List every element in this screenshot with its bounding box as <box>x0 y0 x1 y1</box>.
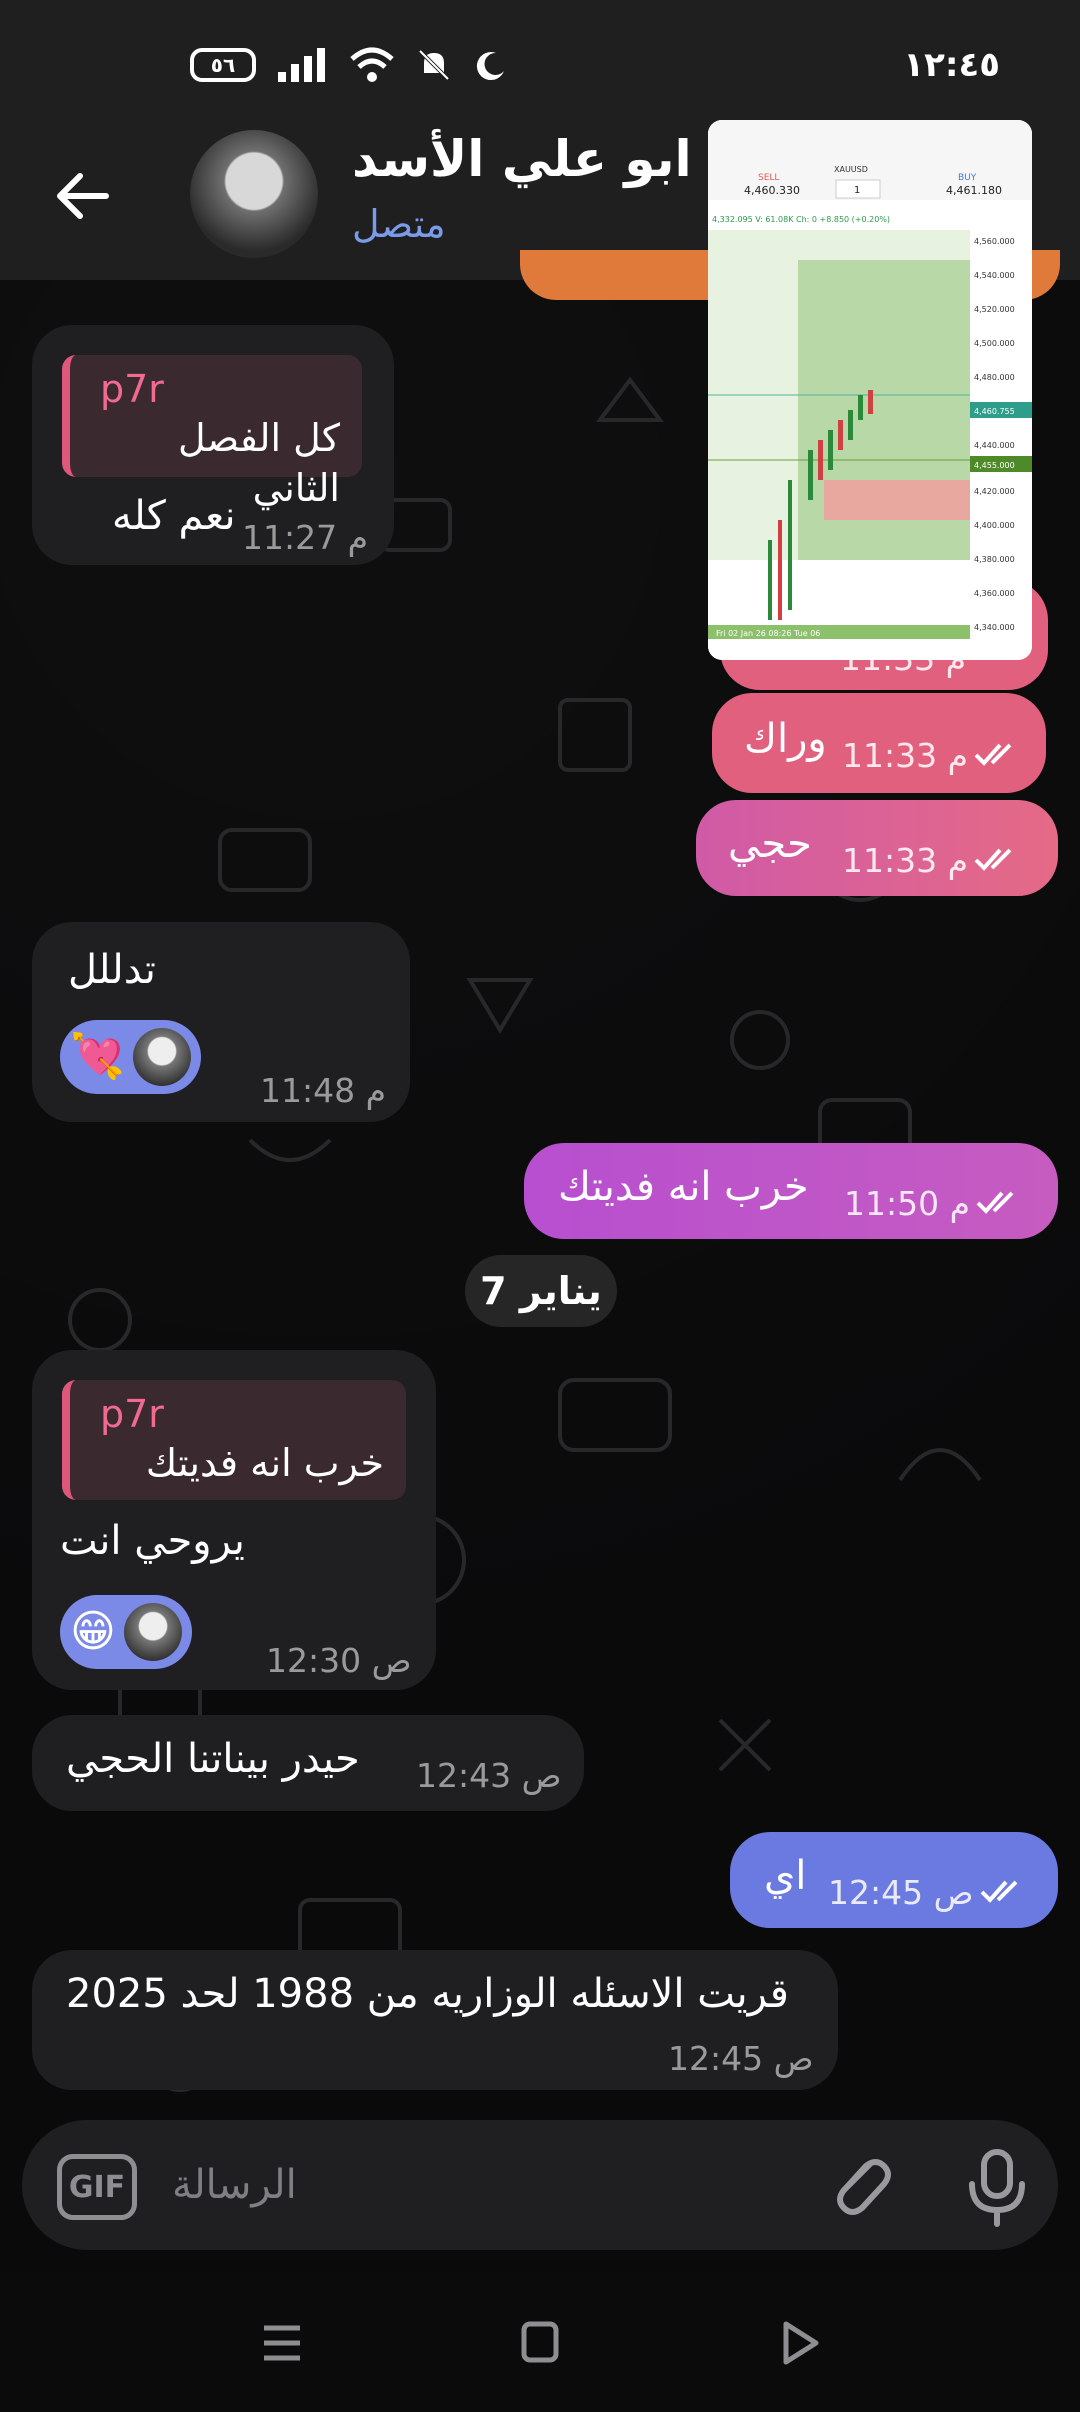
message-reaction[interactable]: 😁 <box>60 1595 192 1669</box>
back-button[interactable] <box>52 164 116 228</box>
message-text: حيدر بيناتنا الحجي <box>66 1736 360 1782</box>
read-ticks-icon <box>974 743 1012 766</box>
message-composer: GIF <box>22 2120 1058 2250</box>
chart-screenshot: SELL 4,460.330 XAUUSD 1 BUY 4,461.180 4,… <box>708 120 1032 660</box>
svg-text:4,380.000: 4,380.000 <box>974 555 1015 564</box>
dnd-moon-icon <box>476 52 504 81</box>
message-time: 11:50 م <box>844 1184 971 1223</box>
chart-footer: Fri 02 Jan 26 08:26 Tue 06 <box>716 629 820 638</box>
reply-sender: p7r <box>100 1392 164 1436</box>
svg-text:4,440.000: 4,440.000 <box>974 441 1015 450</box>
sell-label: SELL <box>758 173 779 183</box>
message-bubble-incoming[interactable]: تدللل 💘 11:48 م <box>32 922 410 1122</box>
read-ticks-icon <box>976 1191 1014 1214</box>
mic-button[interactable] <box>962 2148 1032 2228</box>
recent-apps-button[interactable] <box>252 2318 312 2368</box>
reaction-emoji: 💘 <box>70 1031 125 1083</box>
message-bubble-outgoing[interactable]: وراك 11:33 م <box>712 693 1046 793</box>
status-time: ١٢:٤٥ <box>903 45 1000 85</box>
sell-price: 4,460.330 <box>744 184 800 197</box>
message-time: 11:33 م <box>842 736 969 775</box>
message-bubble-incoming[interactable]: p7r كل الفصل الثاني نعم كله 11:27 م <box>32 325 394 565</box>
svg-text:4,420.000: 4,420.000 <box>974 487 1015 496</box>
message-time: 12:30 ص <box>266 1641 412 1680</box>
svg-text:4,460.755: 4,460.755 <box>974 407 1015 416</box>
message-text: اي <box>764 1853 807 1899</box>
microphone-icon <box>969 2149 1025 2227</box>
status-bar: ٥٦ ١٢:٤٥ <box>0 0 1080 130</box>
symbol-label: XAUUSD <box>834 165 868 174</box>
message-bubble-incoming[interactable]: p7r خرب انه فديتك يروحي انت 😁 12:30 ص <box>32 1350 436 1690</box>
attach-button[interactable] <box>822 2148 898 2224</box>
contact-status: متصل <box>352 202 446 246</box>
svg-text:4,455.000: 4,455.000 <box>974 461 1015 470</box>
message-time: 11:27 م <box>242 518 369 557</box>
svg-text:4,400.000: 4,400.000 <box>974 521 1015 530</box>
back-nav-button[interactable] <box>770 2318 830 2368</box>
message-text: تدللل <box>68 947 156 993</box>
message-bubble-incoming[interactable]: قريت الاسئله الوزاريه من 1988 لحد 2025 1… <box>32 1950 838 2090</box>
message-bubble-outgoing[interactable]: اي 12:45 ص <box>730 1832 1058 1928</box>
mute-bell-icon <box>418 49 450 81</box>
svg-text:4,560.000: 4,560.000 <box>974 237 1015 246</box>
message-bubble-outgoing[interactable]: خرب انه فديتك 11:50 م <box>524 1143 1058 1239</box>
menu-lines-icon <box>264 2325 300 2361</box>
svg-text:4,540.000: 4,540.000 <box>974 271 1015 280</box>
message-text: يروحي انت <box>60 1518 245 1564</box>
message-bubble-incoming[interactable]: حيدر بيناتنا الحجي 12:43 ص <box>32 1715 584 1811</box>
status-icons: ٥٦ <box>190 47 506 83</box>
message-time: 12:45 ص <box>668 2039 814 2078</box>
reply-text: خرب انه فديتك <box>145 1441 384 1486</box>
message-time: 11:33 م <box>842 841 969 880</box>
message-text: حجي <box>728 821 812 867</box>
message-text: نعم كله <box>112 493 236 539</box>
back-triangle-icon <box>783 2321 819 2365</box>
navigation-bar <box>0 2270 1080 2412</box>
read-ticks-icon <box>974 848 1012 871</box>
svg-text:4,360.000: 4,360.000 <box>974 589 1015 598</box>
message-time: 12:45 ص <box>828 1873 974 1912</box>
reply-preview[interactable]: p7r خرب انه فديتك <box>62 1380 406 1500</box>
reply-preview[interactable]: p7r كل الفصل الثاني <box>62 355 362 510</box>
back-arrow-icon <box>57 173 109 219</box>
contact-name[interactable]: ابو علي الأسد <box>352 130 692 188</box>
reaction-avatar <box>132 1028 191 1086</box>
message-bubble-outgoing[interactable]: حجي 11:33 م <box>696 800 1058 896</box>
date-separator: 7 يناير <box>465 1255 617 1327</box>
chart-info: 4,332.095 V: 61.08K Ch: 0 +8.850 (+0.20%… <box>712 215 890 224</box>
reaction-emoji: 😁 <box>70 1606 116 1658</box>
signal-icon <box>278 48 325 82</box>
svg-text:4,520.000: 4,520.000 <box>974 305 1015 314</box>
reaction-avatar <box>123 1603 182 1661</box>
contact-avatar[interactable] <box>190 130 318 258</box>
message-time: 11:48 م <box>260 1071 387 1110</box>
read-ticks-icon <box>980 1880 1018 1903</box>
buy-label: BUY <box>958 173 977 183</box>
svg-text:4,340.000: 4,340.000 <box>974 623 1015 632</box>
svg-text:4,480.000: 4,480.000 <box>974 373 1015 382</box>
message-time: 12:43 ص <box>416 1756 562 1795</box>
battery-icon: ٥٦ <box>190 48 256 82</box>
message-input[interactable] <box>172 2146 772 2224</box>
paperclip-icon <box>837 2159 891 2215</box>
lot-size: 1 <box>854 185 860 196</box>
gif-button[interactable]: GIF <box>57 2154 137 2220</box>
message-text: خرب انه فديتك <box>558 1164 809 1210</box>
message-text: وراك <box>744 716 827 762</box>
message-text: قريت الاسئله الوزاريه من 1988 لحد 2025 <box>66 1971 789 2017</box>
svg-text:4,500.000: 4,500.000 <box>974 339 1015 348</box>
wifi-icon <box>350 47 394 82</box>
buy-price: 4,461.180 <box>946 184 1002 197</box>
chart-screenshot-image[interactable]: SELL 4,460.330 XAUUSD 1 BUY 4,461.180 4,… <box>708 120 1032 660</box>
message-reaction[interactable]: 💘 <box>60 1020 201 1094</box>
battery-level: ٥٦ <box>210 53 236 77</box>
home-square-icon <box>521 2321 559 2363</box>
home-button[interactable] <box>510 2318 570 2368</box>
reply-sender: p7r <box>100 367 164 411</box>
